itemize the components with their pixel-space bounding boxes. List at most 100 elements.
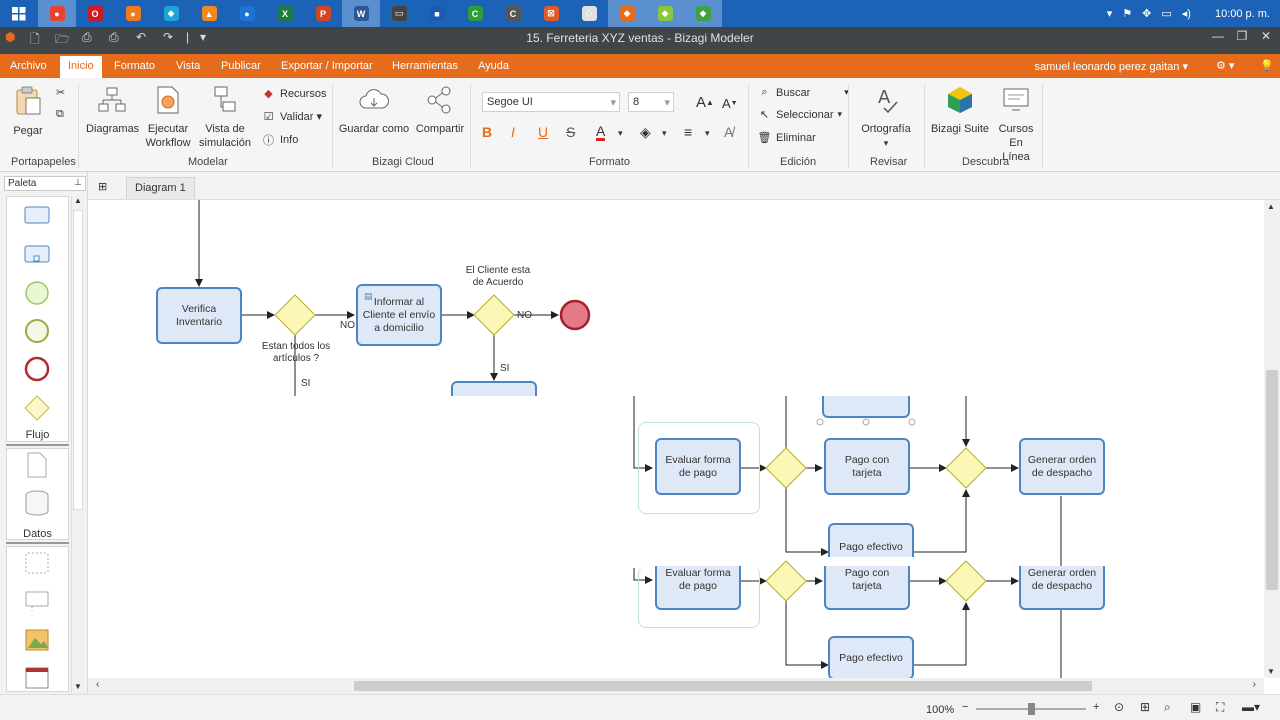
menu-formato[interactable]: Formato: [114, 60, 155, 72]
menu-vista[interactable]: Vista: [176, 60, 200, 72]
tab-diagram-1[interactable]: Diagram 1: [126, 177, 195, 199]
bold-icon[interactable]: B: [482, 124, 492, 140]
chevron-up-icon[interactable]: ▾: [1107, 7, 1113, 20]
underline-icon[interactable]: U: [538, 124, 548, 140]
group-shape-icon[interactable]: [24, 550, 50, 576]
selection-handle[interactable]: [816, 418, 824, 426]
intermediate-event-icon[interactable]: [24, 318, 50, 344]
taskbar-excel-icon[interactable]: X: [266, 0, 304, 27]
task-pago-tarjeta[interactable]: Pago con tarjeta: [824, 438, 910, 495]
zoom-magnifier-icon[interactable]: ⌕: [1164, 700, 1171, 715]
task-pago-tarjeta-2[interactable]: Pago con tarjeta: [824, 566, 910, 610]
taskbar-kodi-icon[interactable]: ◆: [152, 0, 190, 27]
taskbar-app-cube-icon[interactable]: ◇: [570, 0, 608, 27]
task-partial[interactable]: [822, 396, 910, 418]
task-pago-efectivo-2[interactable]: Pago efectivo: [828, 636, 914, 678]
clear-format-icon[interactable]: A̸: [724, 124, 733, 140]
scroll-up-icon[interactable]: ▲: [1267, 202, 1275, 211]
shrink-font-icon[interactable]: A ▼: [722, 96, 738, 111]
fit-page-icon[interactable]: ⊙: [1114, 700, 1124, 714]
volume-icon[interactable]: ◂): [1182, 7, 1191, 20]
gateway-forma-pago[interactable]: [765, 447, 807, 489]
gateway-merge-pago[interactable]: [945, 447, 987, 489]
selection-handle[interactable]: [862, 418, 870, 426]
scroll-down-icon[interactable]: ▼: [72, 682, 84, 694]
font-color-icon[interactable]: A: [596, 124, 606, 141]
taskbar-word-icon[interactable]: W: [342, 0, 380, 27]
seleccionar-button[interactable]: ↖ Seleccionar ▾: [758, 108, 842, 122]
settings-gear-icon[interactable]: ⚙ ▾: [1216, 59, 1234, 72]
sequence-flow[interactable]: [914, 602, 970, 666]
taskbar-powerpoint-icon[interactable]: P: [304, 0, 342, 27]
taskbar-camtasia-icon[interactable]: C: [456, 0, 494, 27]
ejecutar-workflow-button[interactable]: Ejecutar Workflow: [144, 86, 192, 150]
battery-icon[interactable]: ▭: [1161, 7, 1171, 20]
menu-publicar[interactable]: Publicar: [221, 60, 261, 72]
windows-start-icon[interactable]: [0, 0, 38, 27]
taskbar-app-shield-icon[interactable]: ■: [418, 0, 456, 27]
sequence-flow[interactable]: [785, 488, 829, 556]
taskbar-app-orange-icon[interactable]: ⊠: [532, 0, 570, 27]
align-icon[interactable]: ≡: [684, 124, 692, 140]
font-size-select[interactable]: 8 ▾: [628, 92, 674, 112]
network-icon[interactable]: ✥: [1142, 7, 1151, 20]
menu-inicio[interactable]: Inicio: [60, 56, 102, 78]
info-button[interactable]: ⓘ Info: [262, 133, 298, 147]
strikethrough-icon[interactable]: S: [566, 124, 575, 140]
chevron-down-icon[interactable]: ▾: [705, 128, 710, 139]
overview-icon[interactable]: ▣: [1190, 700, 1201, 714]
diagram-canvas[interactable]: Verifica Inventario ▤ Informar al Cliente …: [88, 200, 1264, 678]
subprocess-shape-icon[interactable]: [24, 241, 50, 267]
taskbar-app-leaf-icon[interactable]: ◆: [684, 0, 722, 27]
taskbar-app-c-icon[interactable]: C: [494, 0, 532, 27]
italic-icon[interactable]: I: [511, 124, 515, 140]
taskbar-app-blue-icon[interactable]: ●: [228, 0, 266, 27]
selection-handle[interactable]: [908, 418, 916, 426]
task-verifica-inventario[interactable]: Verifica Inventario: [156, 287, 242, 344]
eliminar-button[interactable]: 🗑 Eliminar: [758, 131, 816, 145]
sequence-flow[interactable]: [785, 601, 829, 669]
clock[interactable]: 10:00 p. m.: [1215, 8, 1270, 20]
flag-icon[interactable]: ⚑: [1122, 7, 1132, 20]
grow-font-icon[interactable]: A ▲: [696, 94, 714, 111]
user-account[interactable]: samuel leonardo perez gaitan ▾: [1034, 60, 1188, 73]
menu-archivo[interactable]: Archivo: [10, 60, 47, 72]
scroll-right-icon[interactable]: ›: [1253, 679, 1256, 690]
end-event[interactable]: [559, 299, 591, 331]
data-store-icon[interactable]: [24, 490, 50, 516]
taskbar-bizagi-icon[interactable]: ◆: [608, 0, 646, 27]
close-button[interactable]: ✕: [1252, 29, 1280, 43]
header-shape-icon[interactable]: [24, 665, 50, 691]
gateway-merge-pago-2[interactable]: [945, 560, 987, 602]
bizagi-suite-button[interactable]: Bizagi Suite: [930, 86, 990, 136]
gateway-cliente-acuerdo[interactable]: [473, 294, 515, 336]
annotation-shape-icon[interactable]: [24, 588, 50, 614]
end-event-icon[interactable]: [24, 356, 50, 382]
palette-scrollbar[interactable]: ▲ ▼: [71, 196, 84, 694]
fullscreen-icon[interactable]: ⛶: [1216, 700, 1224, 715]
zoom-dropdown-icon[interactable]: ▬▾: [1242, 700, 1260, 714]
validar-button[interactable]: ☑ Validar ▾: [262, 110, 322, 124]
task-informar-cliente[interactable]: ▤ Informar al Cliente el envío a domicilio: [356, 284, 442, 346]
menu-ayuda[interactable]: Ayuda: [478, 60, 509, 72]
cursos-en-linea-button[interactable]: Cursos En Línea: [994, 86, 1038, 164]
data-object-icon[interactable]: [24, 452, 50, 478]
sequence-flow[interactable]: [914, 489, 970, 553]
zoom-out-icon[interactable]: −: [962, 701, 968, 713]
guardar-como-button[interactable]: Guardar como: [338, 86, 410, 136]
taskbar-app-green-icon[interactable]: ◆: [646, 0, 684, 27]
menu-herramientas[interactable]: Herramientas: [392, 60, 458, 72]
taskbar-opera-icon[interactable]: O: [76, 0, 114, 27]
ortografia-button[interactable]: A Ortografía ▾: [856, 86, 916, 150]
scrollbar-thumb[interactable]: [354, 681, 1092, 691]
start-event-icon[interactable]: [24, 280, 50, 306]
compartir-button[interactable]: Compartir: [414, 86, 466, 136]
pin-icon[interactable]: ⊥: [74, 177, 82, 188]
task-pago-efectivo[interactable]: Pago efectivo: [828, 523, 914, 557]
recursos-button[interactable]: ◆ Recursos: [262, 87, 326, 101]
taskbar-monitor-icon[interactable]: ▭: [380, 0, 418, 27]
scrollbar-thumb[interactable]: [73, 210, 83, 510]
vista-simulacion-button[interactable]: Vista de simulación: [198, 86, 252, 150]
task-shape-icon[interactable]: [24, 202, 50, 228]
fill-color-icon[interactable]: ◈: [640, 124, 651, 141]
